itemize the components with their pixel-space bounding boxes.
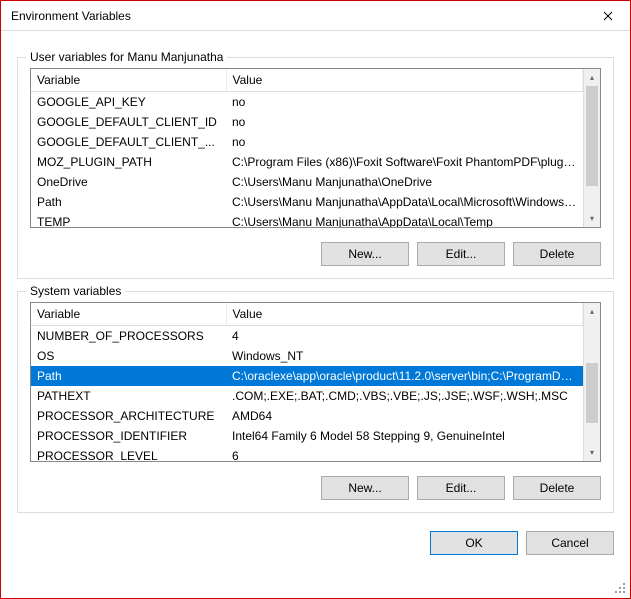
table-row[interactable]: GOOGLE_DEFAULT_CLIENT_IDno [31,112,583,132]
user-scrollbar[interactable]: ▴ ▾ [583,69,600,227]
scroll-down-icon[interactable]: ▾ [584,210,600,227]
value-cell: no [226,112,583,132]
system-col-value[interactable]: Value [226,303,583,326]
value-cell: C:\oraclexe\app\oracle\product\11.2.0\se… [226,366,583,386]
system-edit-button[interactable]: Edit... [417,476,505,500]
scrollbar-thumb[interactable] [586,363,598,423]
table-row[interactable]: OneDriveC:\Users\Manu Manjunatha\OneDriv… [31,172,583,192]
variable-cell: GOOGLE_DEFAULT_CLIENT_ID [31,112,226,132]
user-variables-table-wrap: Variable Value GOOGLE_API_KEYnoGOOGLE_DE… [30,68,601,228]
system-scrollbar[interactable]: ▴ ▾ [583,303,600,461]
variable-cell: TEMP [31,212,226,228]
ok-button[interactable]: OK [430,531,518,555]
value-cell: C:\Program Files (x86)\Foxit Software\Fo… [226,152,583,172]
variable-cell: OS [31,346,226,366]
table-row[interactable]: PathC:\oraclexe\app\oracle\product\11.2.… [31,366,583,386]
variable-cell: NUMBER_OF_PROCESSORS [31,326,226,346]
variable-cell: PATHEXT [31,386,226,406]
user-new-button[interactable]: New... [321,242,409,266]
variable-cell: GOOGLE_DEFAULT_CLIENT_... [31,132,226,152]
variable-cell: PROCESSOR_ARCHITECTURE [31,406,226,426]
table-row[interactable]: PathC:\Users\Manu Manjunatha\AppData\Loc… [31,192,583,212]
table-row[interactable]: PATHEXT.COM;.EXE;.BAT;.CMD;.VBS;.VBE;.JS… [31,386,583,406]
variable-cell: MOZ_PLUGIN_PATH [31,152,226,172]
variable-cell: Path [31,366,226,386]
value-cell: .COM;.EXE;.BAT;.CMD;.VBS;.VBE;.JS;.JSE;.… [226,386,583,406]
value-cell: C:\Users\Manu Manjunatha\OneDrive [226,172,583,192]
user-variables-table[interactable]: Variable Value GOOGLE_API_KEYnoGOOGLE_DE… [31,69,583,227]
close-icon [603,11,613,21]
value-cell: Windows_NT [226,346,583,366]
table-row[interactable]: TEMPC:\Users\Manu Manjunatha\AppData\Loc… [31,212,583,228]
system-col-variable[interactable]: Variable [31,303,226,326]
table-row[interactable]: GOOGLE_DEFAULT_CLIENT_...no [31,132,583,152]
system-variables-table[interactable]: Variable Value NUMBER_OF_PROCESSORS4OSWi… [31,303,583,461]
user-button-row: New... Edit... Delete [30,242,601,266]
titlebar: Environment Variables [1,1,630,31]
variable-cell: Path [31,192,226,212]
user-col-value[interactable]: Value [226,69,583,92]
value-cell: no [226,92,583,112]
table-row[interactable]: PROCESSOR_LEVEL6 [31,446,583,462]
resize-grip-icon[interactable] [615,583,627,595]
value-cell: 4 [226,326,583,346]
window-title: Environment Variables [11,9,585,23]
system-group-legend: System variables [26,284,125,298]
scroll-down-icon[interactable]: ▾ [584,444,600,461]
user-edit-button[interactable]: Edit... [417,242,505,266]
value-cell: AMD64 [226,406,583,426]
variable-cell: GOOGLE_API_KEY [31,92,226,112]
scroll-up-icon[interactable]: ▴ [584,303,600,320]
value-cell: 6 [226,446,583,462]
user-delete-button[interactable]: Delete [513,242,601,266]
scrollbar-thumb[interactable] [586,86,598,186]
table-row[interactable]: NUMBER_OF_PROCESSORS4 [31,326,583,346]
value-cell: C:\Users\Manu Manjunatha\AppData\Local\T… [226,212,583,228]
system-new-button[interactable]: New... [321,476,409,500]
scroll-up-icon[interactable]: ▴ [584,69,600,86]
variable-cell: OneDrive [31,172,226,192]
system-delete-button[interactable]: Delete [513,476,601,500]
value-cell: no [226,132,583,152]
table-row[interactable]: PROCESSOR_ARCHITECTUREAMD64 [31,406,583,426]
cancel-button[interactable]: Cancel [526,531,614,555]
system-variables-group: System variables Variable Value NUMBER_O… [17,291,614,513]
user-group-legend: User variables for Manu Manjunatha [26,50,227,64]
user-variables-group: User variables for Manu Manjunatha Varia… [17,57,614,279]
close-button[interactable] [585,1,630,30]
system-button-row: New... Edit... Delete [30,476,601,500]
user-col-variable[interactable]: Variable [31,69,226,92]
system-variables-table-wrap: Variable Value NUMBER_OF_PROCESSORS4OSWi… [30,302,601,462]
dialog-content: User variables for Manu Manjunatha Varia… [1,31,630,565]
table-row[interactable]: OSWindows_NT [31,346,583,366]
variable-cell: PROCESSOR_IDENTIFIER [31,426,226,446]
table-row[interactable]: GOOGLE_API_KEYno [31,92,583,112]
table-row[interactable]: PROCESSOR_IDENTIFIERIntel64 Family 6 Mod… [31,426,583,446]
variable-cell: PROCESSOR_LEVEL [31,446,226,462]
value-cell: C:\Users\Manu Manjunatha\AppData\Local\M… [226,192,583,212]
dialog-button-row: OK Cancel [17,531,614,555]
table-row[interactable]: MOZ_PLUGIN_PATHC:\Program Files (x86)\Fo… [31,152,583,172]
value-cell: Intel64 Family 6 Model 58 Stepping 9, Ge… [226,426,583,446]
